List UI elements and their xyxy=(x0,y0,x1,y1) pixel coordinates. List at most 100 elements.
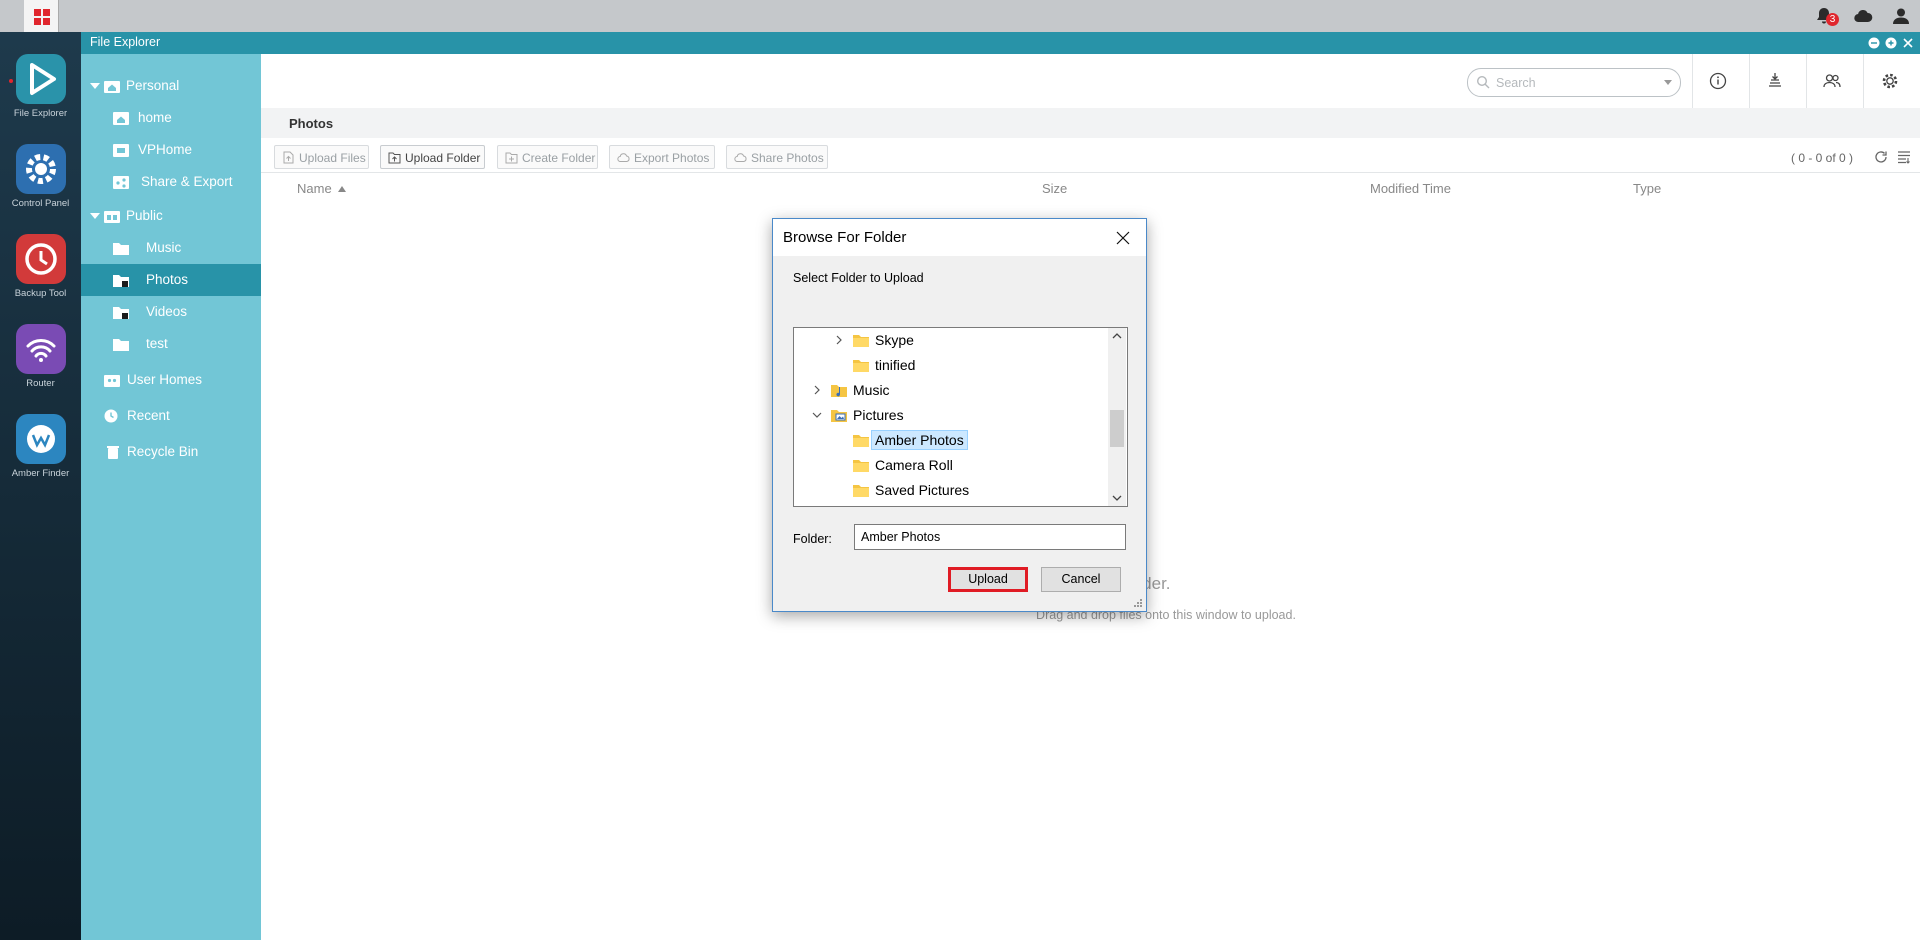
sidebar: Personal home VPHome Share & Export Publ… xyxy=(81,54,261,940)
minimize-icon xyxy=(1868,37,1880,49)
dialog-close-button[interactable] xyxy=(1113,228,1133,248)
tree-item-music[interactable]: Music xyxy=(794,378,1108,403)
maximize-icon xyxy=(1885,37,1897,49)
browse-for-folder-dialog: Browse For Folder Select Folder to Uploa… xyxy=(772,218,1147,612)
close-icon xyxy=(1903,38,1913,48)
header-divider xyxy=(1692,54,1693,108)
dock-file-explorer[interactable]: File Explorer xyxy=(0,54,81,119)
search-icon xyxy=(1476,75,1490,89)
clock-icon xyxy=(104,409,118,423)
sidebar-item-label: test xyxy=(146,336,168,351)
search-box[interactable] xyxy=(1467,68,1681,97)
chevron-right-icon[interactable] xyxy=(810,383,824,397)
column-header-modified[interactable]: Modified Time xyxy=(1370,181,1451,196)
scroll-down-icon[interactable] xyxy=(1111,493,1123,503)
export-photos-button[interactable]: Export Photos xyxy=(609,145,715,169)
chevron-down-icon[interactable] xyxy=(810,408,824,422)
wifi-icon xyxy=(15,324,66,374)
dock-amber-finder[interactable]: Amber Finder xyxy=(0,414,81,479)
sidebar-item-videos[interactable]: Videos xyxy=(81,296,261,328)
dock-router[interactable]: Router xyxy=(0,324,81,389)
sidebar-item-public[interactable]: Public xyxy=(81,200,261,232)
create-folder-button[interactable]: Create Folder xyxy=(497,145,598,169)
column-header-name[interactable]: Name xyxy=(297,181,346,196)
search-input[interactable] xyxy=(1494,73,1658,93)
folder-tree[interactable]: Skype tinified Music Pictures Amber Phot… xyxy=(793,327,1128,507)
cloud-button[interactable] xyxy=(1853,6,1873,26)
sidebar-item-recycle-bin[interactable]: Recycle Bin xyxy=(81,436,261,468)
share-icon xyxy=(113,176,129,189)
tree-item-skype[interactable]: Skype xyxy=(794,328,1108,353)
scroll-up-icon[interactable] xyxy=(1111,331,1123,341)
close-window-button[interactable] xyxy=(1901,36,1915,50)
finder-icon xyxy=(15,414,66,464)
sidebar-item-music[interactable]: Music xyxy=(81,232,261,264)
breadcrumb-current[interactable]: Photos xyxy=(289,116,333,131)
maximize-button[interactable] xyxy=(1884,36,1898,50)
tree-item-label: Saved Pictures xyxy=(875,482,970,498)
pictures-folder-icon xyxy=(831,410,847,422)
dock-label: Backup Tool xyxy=(14,288,67,299)
sidebar-item-share-export[interactable]: Share & Export xyxy=(81,166,261,198)
upload-button[interactable]: Upload xyxy=(948,567,1028,592)
tree-item-label: Music xyxy=(853,382,890,398)
column-header-size[interactable]: Size xyxy=(1042,181,1067,196)
users-button[interactable] xyxy=(1821,70,1843,92)
sidebar-item-photos[interactable]: Photos xyxy=(81,264,261,296)
tree-item-saved-pictures[interactable]: Saved Pictures xyxy=(794,478,1108,503)
upload-files-button[interactable]: Upload Files xyxy=(274,145,369,169)
folder-path-input[interactable] xyxy=(854,524,1126,550)
sidebar-item-home[interactable]: home xyxy=(81,102,261,134)
cloud-icon xyxy=(1854,9,1873,23)
sidebar-item-label: home xyxy=(138,110,172,125)
main-menu-button[interactable] xyxy=(24,0,59,32)
settings-button[interactable] xyxy=(1879,70,1901,92)
tree-item-tinified[interactable]: tinified xyxy=(794,353,1108,378)
tree-item-pictures[interactable]: Pictures xyxy=(794,403,1108,428)
caret-down-icon[interactable] xyxy=(90,83,100,89)
button-label: Export Photos xyxy=(634,151,710,165)
home-folder-icon xyxy=(104,81,120,93)
folder-badge-icon xyxy=(113,307,129,319)
folder-icon xyxy=(853,335,869,347)
sidebar-item-recent[interactable]: Recent xyxy=(81,400,261,432)
header-divider xyxy=(1806,54,1807,108)
notification-badge: 3 xyxy=(1826,13,1839,26)
dock-backup-tool[interactable]: Backup Tool xyxy=(0,234,81,299)
scrollbar-thumb[interactable] xyxy=(1110,410,1124,447)
user-account-button[interactable] xyxy=(1891,6,1911,26)
tree-scrollbar[interactable] xyxy=(1108,328,1126,506)
folder-icon xyxy=(113,339,129,351)
cancel-button[interactable]: Cancel xyxy=(1041,567,1121,592)
chevron-right-icon[interactable] xyxy=(832,333,846,347)
folder-badge-icon xyxy=(113,275,129,287)
refresh-icon[interactable] xyxy=(1874,150,1888,164)
tree-item-camera-roll[interactable]: Camera Roll xyxy=(794,453,1108,478)
upload-folder-button[interactable]: Upload Folder xyxy=(380,145,485,169)
top-bar: 3 xyxy=(0,0,1920,32)
list-view-icon[interactable] xyxy=(1897,150,1911,164)
share-photos-button[interactable]: Share Photos xyxy=(726,145,828,169)
breadcrumb: Photos xyxy=(261,108,1920,138)
chevron-down-icon[interactable] xyxy=(1664,80,1672,86)
sidebar-item-vphome[interactable]: VPHome xyxy=(81,134,261,166)
file-explorer-app-icon xyxy=(15,54,66,104)
dock-control-panel[interactable]: Control Panel xyxy=(0,144,81,209)
tasks-icon xyxy=(1769,73,1781,87)
trash-icon xyxy=(107,446,119,459)
background-tasks-button[interactable] xyxy=(1764,70,1786,92)
sidebar-item-test[interactable]: test xyxy=(81,328,261,360)
caret-down-icon[interactable] xyxy=(90,213,100,219)
dialog-instruction: Select Folder to Upload xyxy=(793,271,924,285)
info-button[interactable] xyxy=(1707,70,1729,92)
column-header-type[interactable]: Type xyxy=(1633,181,1661,196)
tree-item-label: tinified xyxy=(875,357,916,373)
minimize-button[interactable] xyxy=(1867,36,1881,50)
header-divider xyxy=(1863,54,1864,108)
tree-item-amber-photos[interactable]: Amber Photos xyxy=(794,428,1108,453)
sidebar-item-user-homes[interactable]: User Homes xyxy=(81,364,261,396)
sidebar-item-personal[interactable]: Personal xyxy=(81,70,261,102)
folder-field-label: Folder: xyxy=(793,532,832,546)
resize-grip-icon[interactable] xyxy=(1131,596,1143,608)
window-title: File Explorer xyxy=(90,35,161,49)
